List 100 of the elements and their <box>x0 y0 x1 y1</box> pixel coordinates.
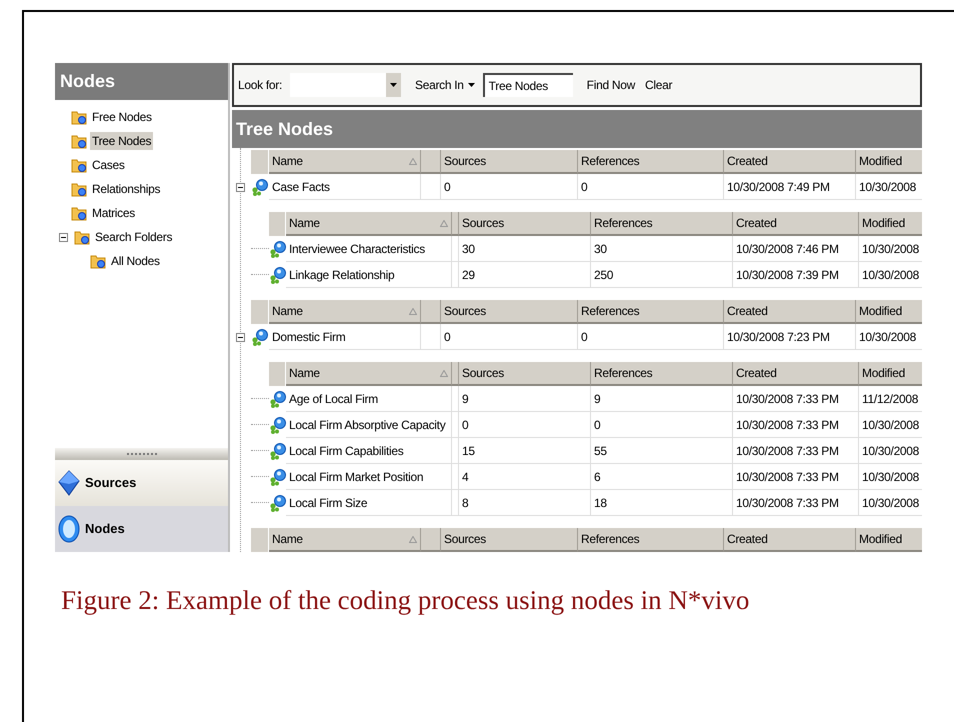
nav-button[interactable]: Sources <box>55 460 228 506</box>
table-cell: 29 <box>459 262 591 288</box>
node-icon <box>268 240 286 258</box>
table-cell: 9 <box>591 386 733 412</box>
table-cell: 30 <box>591 236 733 262</box>
column-header[interactable]: References <box>578 300 724 324</box>
table-cell: Local Firm Absorptive Capacity <box>286 412 452 438</box>
table-cell: 55 <box>591 438 733 464</box>
table-cell: Local Firm Size <box>286 490 452 516</box>
column-header[interactable] <box>452 212 459 236</box>
table-cell: 10/30/2008 <box>856 174 922 200</box>
column-header[interactable]: Name <box>269 150 421 174</box>
view-title: Tree Nodes <box>232 110 922 148</box>
tree-item[interactable]: Tree Nodes <box>90 132 154 150</box>
column-header[interactable]: Created <box>724 528 856 552</box>
folder-icon <box>71 109 87 125</box>
column-header[interactable]: References <box>578 528 724 552</box>
column-header[interactable]: Sources <box>441 528 578 552</box>
column-header[interactable]: Name <box>286 212 452 236</box>
column-header[interactable]: Created <box>724 300 856 324</box>
dropdown-arrow-icon <box>390 83 397 87</box>
table-cell: 11/12/2008 <box>859 386 922 412</box>
table-cell: 4 <box>459 464 591 490</box>
folder-icon <box>71 205 87 221</box>
expander-icon[interactable] <box>236 332 245 342</box>
table-cell: 10/30/2008 <box>859 412 922 438</box>
table-cell: 10/30/2008 <box>856 324 922 350</box>
table-cell: 9 <box>459 386 591 412</box>
tree-item[interactable]: Matrices <box>90 204 137 222</box>
column-header[interactable]: Created <box>733 212 859 236</box>
expander-icon[interactable] <box>59 232 68 242</box>
tree-item[interactable]: All Nodes <box>109 252 162 270</box>
column-header[interactable]: Name <box>286 362 452 386</box>
table-cell <box>421 174 441 200</box>
tree-item[interactable]: Search Folders <box>93 228 174 246</box>
column-header[interactable]: Modified <box>856 150 922 174</box>
column-header[interactable]: Modified <box>859 212 922 236</box>
column-header <box>251 300 269 324</box>
column-header[interactable]: Sources <box>441 150 578 174</box>
node-icon <box>268 390 286 408</box>
column-header[interactable] <box>452 362 459 386</box>
tree-item[interactable]: Free Nodes <box>90 108 154 126</box>
expander-icon[interactable] <box>236 182 245 192</box>
column-header[interactable]: Name <box>269 300 421 324</box>
column-header[interactable]: Sources <box>441 300 578 324</box>
sort-icon <box>409 158 417 164</box>
table-cell: Local Firm Market Position <box>286 464 452 490</box>
tree-item[interactable]: Relationships <box>90 180 162 198</box>
cube-icon <box>57 469 81 497</box>
table-cell: 0 <box>578 324 724 350</box>
column-header[interactable]: Created <box>724 150 856 174</box>
table-cell: Local Firm Capabilities <box>286 438 452 464</box>
find-now-button[interactable]: Find Now <box>586 76 635 94</box>
panel-title: Nodes <box>55 63 228 100</box>
folder-icon <box>71 157 87 173</box>
clear-button[interactable]: Clear <box>644 76 672 94</box>
table-cell: 0 <box>591 412 733 438</box>
table-cell: 0 <box>441 174 578 200</box>
table-cell: 10/30/2008 7:33 PM <box>733 412 859 438</box>
node-icon <box>268 266 286 284</box>
column-header[interactable]: Created <box>733 362 859 386</box>
column-header[interactable]: References <box>591 212 733 236</box>
table-cell: 10/30/2008 <box>859 236 922 262</box>
table-cell: 10/30/2008 7:33 PM <box>733 386 859 412</box>
table-cell: 0 <box>578 174 724 200</box>
node-icon <box>268 468 286 486</box>
table-cell: 10/30/2008 7:33 PM <box>733 490 859 516</box>
column-header[interactable] <box>421 528 441 552</box>
table-cell: Domestic Firm <box>269 324 421 350</box>
look-for-field[interactable] <box>290 73 401 97</box>
column-header[interactable]: References <box>591 362 733 386</box>
folder-icon <box>90 253 106 269</box>
column-header[interactable]: Modified <box>856 300 922 324</box>
node-icon <box>251 178 269 196</box>
search-in-button[interactable]: Search In <box>415 76 475 94</box>
folder-icon <box>71 181 87 197</box>
table-cell: 10/30/2008 7:23 PM <box>724 324 856 350</box>
nav-button[interactable]: Nodes <box>55 506 228 552</box>
tree-item[interactable]: Cases <box>90 156 127 174</box>
table-cell: 0 <box>459 412 591 438</box>
column-header[interactable] <box>421 150 441 174</box>
sort-icon <box>409 536 417 542</box>
table-cell: Linkage Relationship <box>286 262 452 288</box>
column-header[interactable]: References <box>578 150 724 174</box>
folder-icon <box>74 229 90 245</box>
node-icon <box>251 328 269 346</box>
search-in-field[interactable]: Tree Nodes <box>482 73 573 97</box>
sort-icon <box>409 308 417 314</box>
column-header[interactable] <box>421 300 441 324</box>
column-header[interactable]: Modified <box>859 362 922 386</box>
table-cell: Age of Local Firm <box>286 386 452 412</box>
folder-icon <box>71 133 87 149</box>
sort-icon <box>440 220 448 226</box>
column-header[interactable]: Modified <box>856 528 922 552</box>
column-header[interactable]: Sources <box>459 212 591 236</box>
column-header[interactable]: Name <box>269 528 421 552</box>
table-cell: 10/30/2008 7:46 PM <box>733 236 859 262</box>
table-cell: 10/30/2008 <box>859 464 922 490</box>
table-cell: Case Facts <box>269 174 421 200</box>
column-header[interactable]: Sources <box>459 362 591 386</box>
